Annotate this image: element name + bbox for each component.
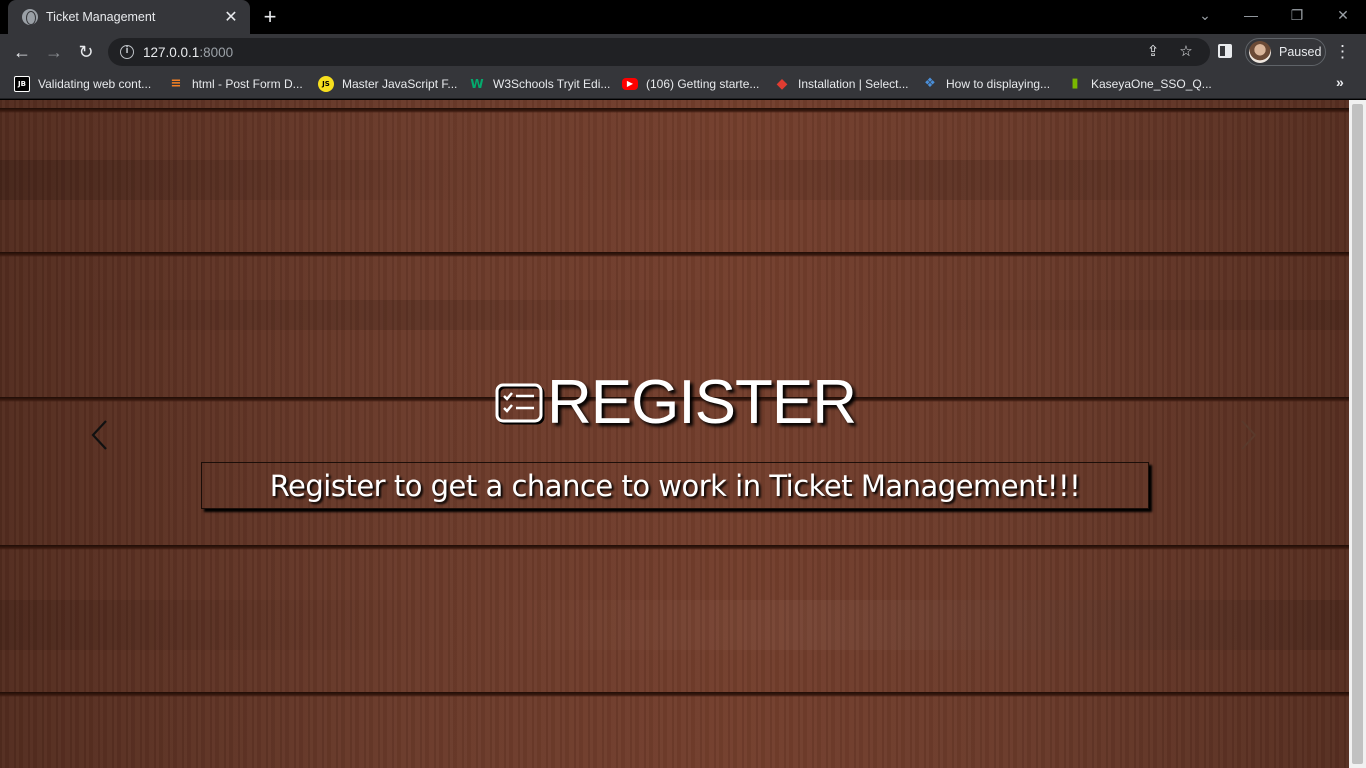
- bookmark-item[interactable]: ▮ KaseyaOne_SSO_Q...: [1067, 75, 1212, 93]
- avatar: [1249, 41, 1271, 63]
- wood-grain: [0, 160, 1349, 200]
- js-icon: JS: [318, 76, 334, 92]
- restore-button[interactable]: ❐: [1274, 0, 1320, 32]
- url-port: :8000: [199, 44, 234, 60]
- bookmark-item[interactable]: JB Validating web cont...: [14, 75, 151, 93]
- minimize-button[interactable]: —: [1228, 0, 1274, 32]
- bookmark-label: Installation | Select...: [798, 77, 909, 91]
- close-window-button[interactable]: ✕: [1320, 0, 1366, 32]
- bookmark-label: W3Schools Tryit Edi...: [493, 77, 611, 91]
- bookmark-item[interactable]: ▶ (106) Getting starte...: [622, 75, 759, 93]
- page-subtitle: Register to get a chance to work in Tick…: [269, 468, 1081, 503]
- page-title: REGISTER: [547, 367, 857, 437]
- hero-heading: REGISTER: [0, 367, 1349, 437]
- plank-seam: [0, 108, 1349, 113]
- tab-close-button[interactable]: ✕: [222, 7, 240, 27]
- subtitle-banner: Register to get a chance to work in Tick…: [201, 462, 1149, 509]
- wood-grain: [0, 600, 1349, 650]
- profile-status: Paused: [1279, 45, 1322, 59]
- profile-button[interactable]: Paused: [1245, 38, 1326, 66]
- browser-menu-button[interactable]: ⋮: [1334, 40, 1351, 64]
- checklist-card-icon: [495, 383, 545, 425]
- site-info-icon[interactable]: i: [120, 45, 134, 59]
- scrollbar-thumb[interactable]: [1352, 104, 1363, 764]
- bookmark-item[interactable]: JS Master JavaScript F...: [318, 75, 457, 93]
- jetbrains-icon: JB: [14, 76, 30, 92]
- browser-toolbar: ← → ↻ i 127.0.0.1:8000 ⇪ ☆ Paused ⋮: [0, 34, 1366, 70]
- stackoverflow-icon: ≡: [170, 76, 182, 91]
- youtube-icon: ▶: [622, 78, 638, 90]
- bookmark-label: Validating web cont...: [38, 77, 152, 91]
- plank-seam: [0, 545, 1349, 550]
- tab-search-button[interactable]: ⌄: [1182, 0, 1228, 32]
- plank-seam: [0, 252, 1349, 257]
- bookmark-label: html - Post Form D...: [192, 77, 303, 91]
- bookmarks-bar: JB Validating web cont... ≡ html - Post …: [0, 70, 1366, 99]
- tab-strip: Ticket Management ✕ + ⌄ — ❐ ✕: [0, 0, 1366, 34]
- reload-button[interactable]: ↻: [72, 38, 100, 66]
- bookmark-item[interactable]: W W3Schools Tryit Edi...: [469, 75, 610, 93]
- tab-title: Ticket Management: [46, 10, 156, 24]
- bookmark-label: KaseyaOne_SSO_Q...: [1091, 77, 1212, 91]
- bookmark-label: (106) Getting starte...: [646, 77, 760, 91]
- bookmark-item[interactable]: ❖ How to displaying...: [922, 75, 1050, 93]
- kaseya-icon: ▮: [1071, 76, 1079, 91]
- side-panel-icon[interactable]: [1218, 44, 1232, 58]
- bookmark-item[interactable]: ≡ html - Post Form D...: [168, 75, 303, 93]
- forward-button[interactable]: →: [40, 38, 68, 66]
- bookmark-label: How to displaying...: [946, 77, 1051, 91]
- bookmark-label: Master JavaScript F...: [342, 77, 458, 91]
- bookmark-star-icon[interactable]: ☆: [1176, 42, 1196, 62]
- wood-grain: [0, 300, 1349, 330]
- select2-icon: ◆: [776, 76, 788, 92]
- address-bar[interactable]: i 127.0.0.1:8000 ⇪ ☆: [108, 38, 1210, 66]
- url-host: 127.0.0.1: [143, 44, 200, 60]
- new-tab-button[interactable]: +: [258, 4, 282, 30]
- globe-icon: [22, 9, 38, 25]
- plank-seam: [0, 692, 1349, 697]
- forum-icon: ❖: [924, 76, 936, 91]
- back-button[interactable]: ←: [8, 38, 36, 66]
- bookmark-item[interactable]: ◆ Installation | Select...: [774, 75, 909, 93]
- bookmarks-overflow-button[interactable]: »: [1336, 74, 1344, 90]
- w3schools-icon: W: [470, 77, 484, 91]
- tab-ticket-management[interactable]: Ticket Management ✕: [8, 0, 250, 34]
- share-icon[interactable]: ⇪: [1143, 42, 1163, 62]
